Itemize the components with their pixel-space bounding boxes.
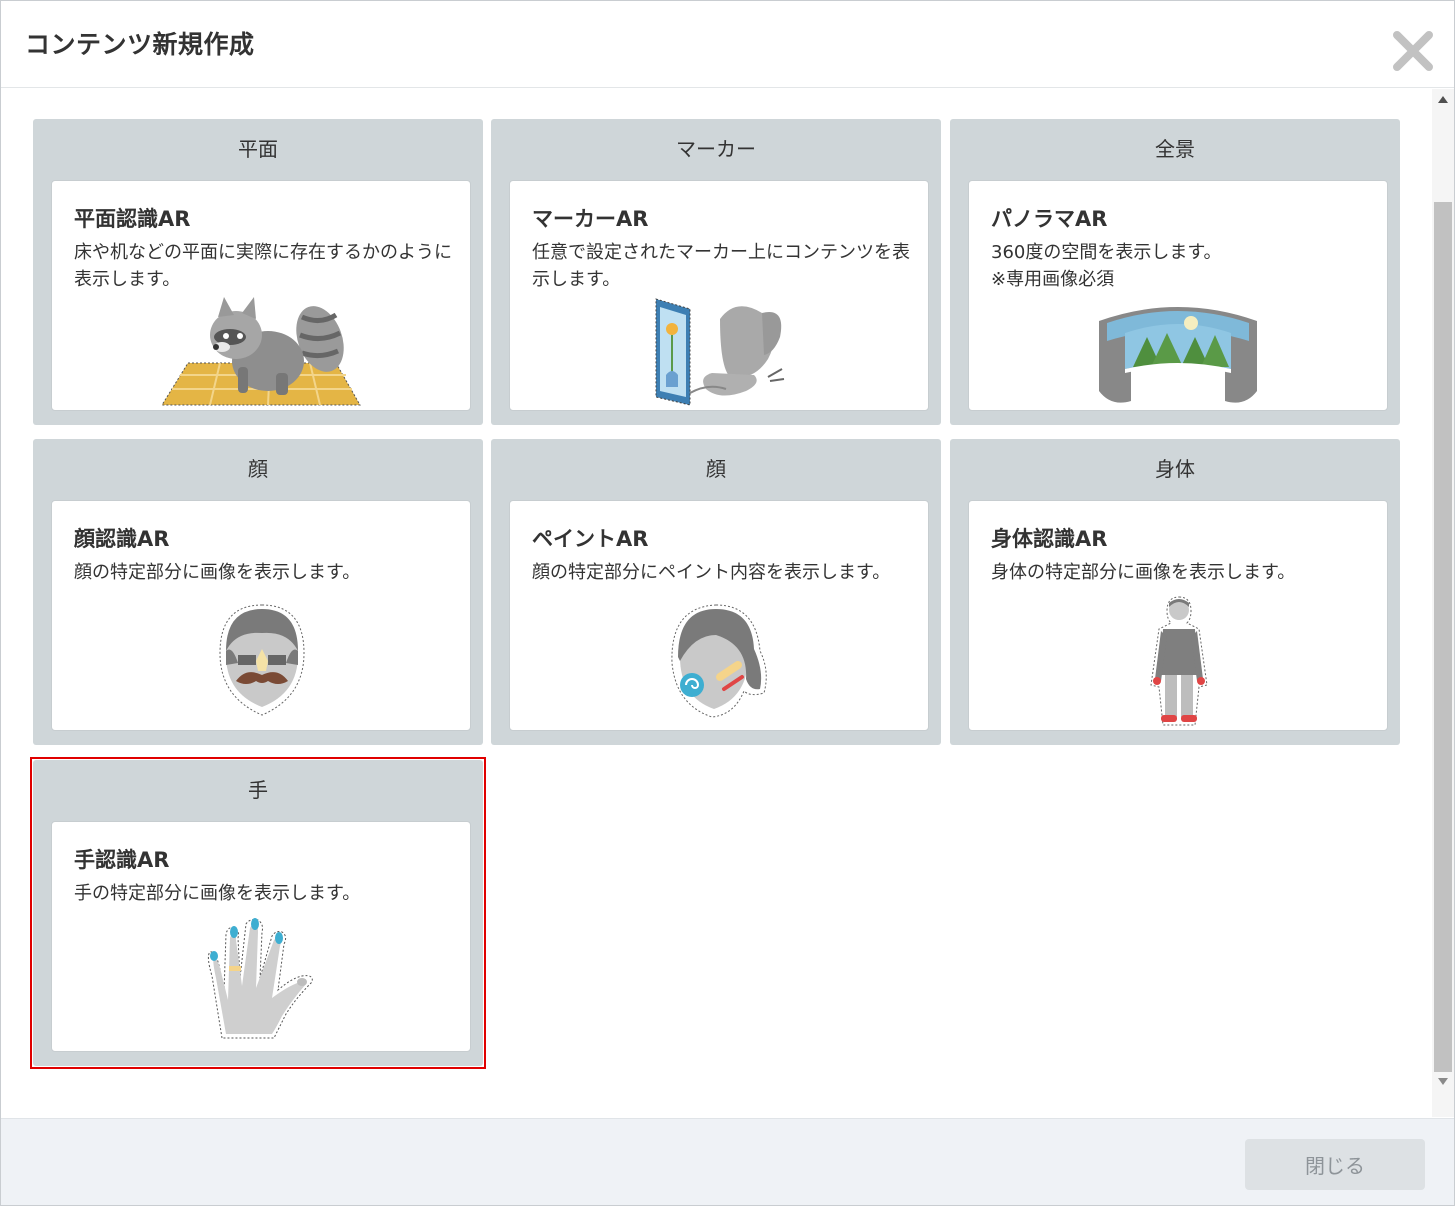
card-title: 手認識AR [74, 848, 170, 872]
group-label: 身体 [1155, 457, 1195, 481]
card-title: 身体認識AR [991, 527, 1108, 551]
body-icon [1150, 596, 1208, 726]
group-panorama: 全景 パノラマAR 360度の空間を表示します。 ※専用画像必須 [950, 119, 1400, 425]
group-body: 身体 身体認識AR 身体の特定部分に画像を表示します。 [950, 439, 1400, 745]
marker-butterfly-icon [655, 298, 785, 406]
group-label: 顔 [248, 457, 268, 481]
card-title: マーカーAR [532, 207, 649, 231]
group-face: 顔 顔認識AR 顔の特定部分に画像を表示します。 [33, 439, 483, 745]
close-icon[interactable] [1391, 29, 1435, 73]
card-plane-ar[interactable]: 平面認識AR 床や机などの平面に実際に存在するかのように表示します。 [51, 180, 471, 411]
card-face-ar[interactable]: 顔認識AR 顔の特定部分に画像を表示します。 [51, 500, 471, 731]
card-title: 平面認識AR [74, 207, 191, 231]
content-create-dialog: コンテンツ新規作成 平面 平面認識AR 床や机などの平面に実際に存在するかのよう… [0, 0, 1455, 1206]
group-label: マーカー [676, 137, 756, 161]
card-title: 顔認識AR [74, 527, 170, 551]
face-paint-icon [671, 604, 767, 718]
scroll-down-arrow-icon[interactable] [1438, 1078, 1448, 1085]
card-description: 顔の特定部分にペイント内容を表示します。 [532, 562, 891, 583]
scrollbar[interactable] [1432, 89, 1454, 1117]
card-description: 身体の特定部分に画像を表示します。 [991, 562, 1296, 583]
card-body-ar[interactable]: 身体認識AR 身体の特定部分に画像を表示します。 [968, 500, 1388, 731]
card-description: 360度の空間を表示します。 [991, 242, 1222, 263]
card-description: 任意で設定されたマーカー上にコンテンツを表示します。 [532, 242, 910, 290]
card-panorama-ar[interactable]: パノラマAR 360度の空間を表示します。 ※専用画像必須 [968, 180, 1388, 411]
card-note: ※専用画像必須 [991, 269, 1115, 290]
group-label: 顔 [706, 457, 726, 481]
hand-icon [207, 918, 313, 1039]
card-description: 床や机などの平面に実際に存在するかのように表示します。 [74, 242, 452, 290]
dialog-body: 平面 平面認識AR 床や机などの平面に実際に存在するかのように表示します。 マー… [1, 89, 1454, 1117]
card-title: パノラマAR [991, 207, 1108, 231]
dialog-footer: 閉じる [1, 1118, 1454, 1205]
card-marker-ar[interactable]: マーカーAR 任意で設定されたマーカー上にコンテンツを表示します。 [509, 180, 929, 411]
group-plane: 平面 平面認識AR 床や机などの平面に実際に存在するかのように表示します。 [33, 119, 483, 425]
group-label: 平面 [238, 137, 278, 161]
group-hand: 手 手認識AR 手の特定部分に画像を表示します。 [33, 760, 483, 1066]
panorama-icon [1099, 307, 1257, 403]
group-label: 手 [248, 778, 268, 802]
card-description: 手の特定部分に画像を表示します。 [74, 883, 361, 904]
group-label: 全景 [1155, 137, 1195, 161]
card-paint-ar[interactable]: ペイントAR 顔の特定部分にペイント内容を表示します。 [509, 500, 929, 731]
card-hand-ar[interactable]: 手認識AR 手の特定部分に画像を表示します。 [51, 821, 471, 1052]
card-title: ペイントAR [532, 527, 649, 551]
raccoon-on-floor-icon [161, 297, 361, 406]
dialog-title: コンテンツ新規作成 [25, 30, 255, 59]
dialog-header: コンテンツ新規作成 [1, 1, 1454, 88]
face-mustache-icon [219, 604, 305, 716]
scroll-up-arrow-icon[interactable] [1438, 96, 1448, 103]
group-marker: マーカー マーカーAR 任意で設定されたマーカー上にコンテンツを表示します。 [491, 119, 941, 425]
close-button[interactable]: 閉じる [1245, 1139, 1425, 1190]
scrollbar-thumb[interactable] [1434, 202, 1452, 1072]
card-description: 顔の特定部分に画像を表示します。 [74, 562, 361, 583]
group-face-paint: 顔 ペイントAR 顔の特定部分にペイント内容を表示します。 [491, 439, 941, 745]
